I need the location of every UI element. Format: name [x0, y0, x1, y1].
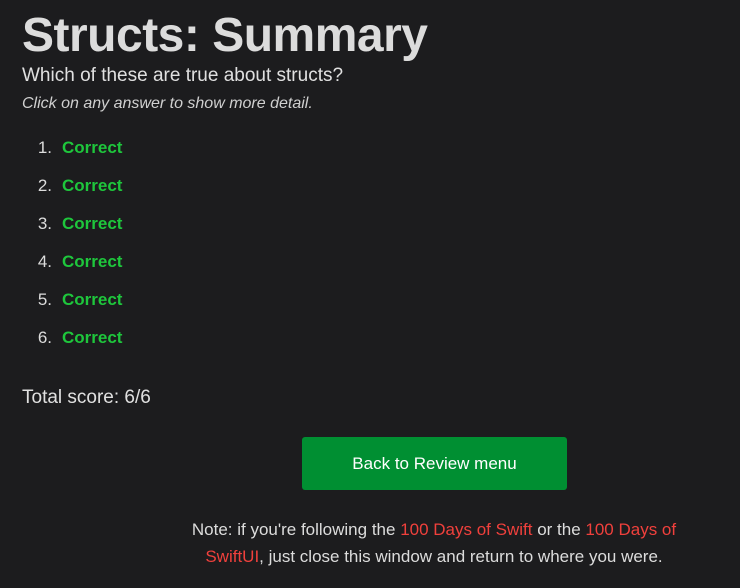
list-item[interactable]: 2. Correct: [0, 176, 123, 214]
answer-number: 5.: [37, 290, 52, 309]
list-item[interactable]: 1. Correct: [0, 138, 123, 176]
list-item[interactable]: 3. Correct: [0, 214, 123, 252]
link-100-days-of-swift[interactable]: 100 Days of Swift: [400, 520, 532, 539]
list-item[interactable]: 4. Correct: [0, 252, 123, 290]
list-item[interactable]: 5. Correct: [0, 290, 123, 328]
note-text: Note: if you're following the 100 Days o…: [170, 516, 698, 570]
answer-number: 2.: [37, 176, 52, 195]
answer-result[interactable]: Correct: [62, 214, 122, 234]
answer-result[interactable]: Correct: [62, 328, 122, 348]
answer-number: 4.: [37, 252, 52, 271]
note-suffix: , just close this window and return to w…: [259, 547, 663, 566]
page-title: Structs: Summary: [22, 9, 428, 62]
total-score: Total score: 6/6: [22, 387, 151, 408]
back-to-review-button[interactable]: Back to Review menu: [302, 437, 567, 490]
answer-result[interactable]: Correct: [62, 138, 122, 158]
answer-list: 1. Correct 2. Correct 3. Correct 4. Correct …: [0, 138, 123, 366]
answer-number: 3.: [37, 214, 52, 233]
question-text: Which of these are true about structs?: [22, 65, 344, 86]
hint-text: Click on any answer to show more detail.: [22, 95, 313, 112]
answer-number: 6.: [37, 328, 52, 347]
note-prefix: Note: if you're following the: [191, 520, 401, 539]
answer-result[interactable]: Correct: [62, 290, 122, 310]
answer-number: 1.: [37, 138, 52, 157]
list-item[interactable]: 6. Correct: [0, 328, 123, 366]
answer-result[interactable]: Correct: [62, 252, 122, 272]
note-middle: or the: [532, 520, 586, 539]
answer-result[interactable]: Correct: [62, 176, 122, 196]
